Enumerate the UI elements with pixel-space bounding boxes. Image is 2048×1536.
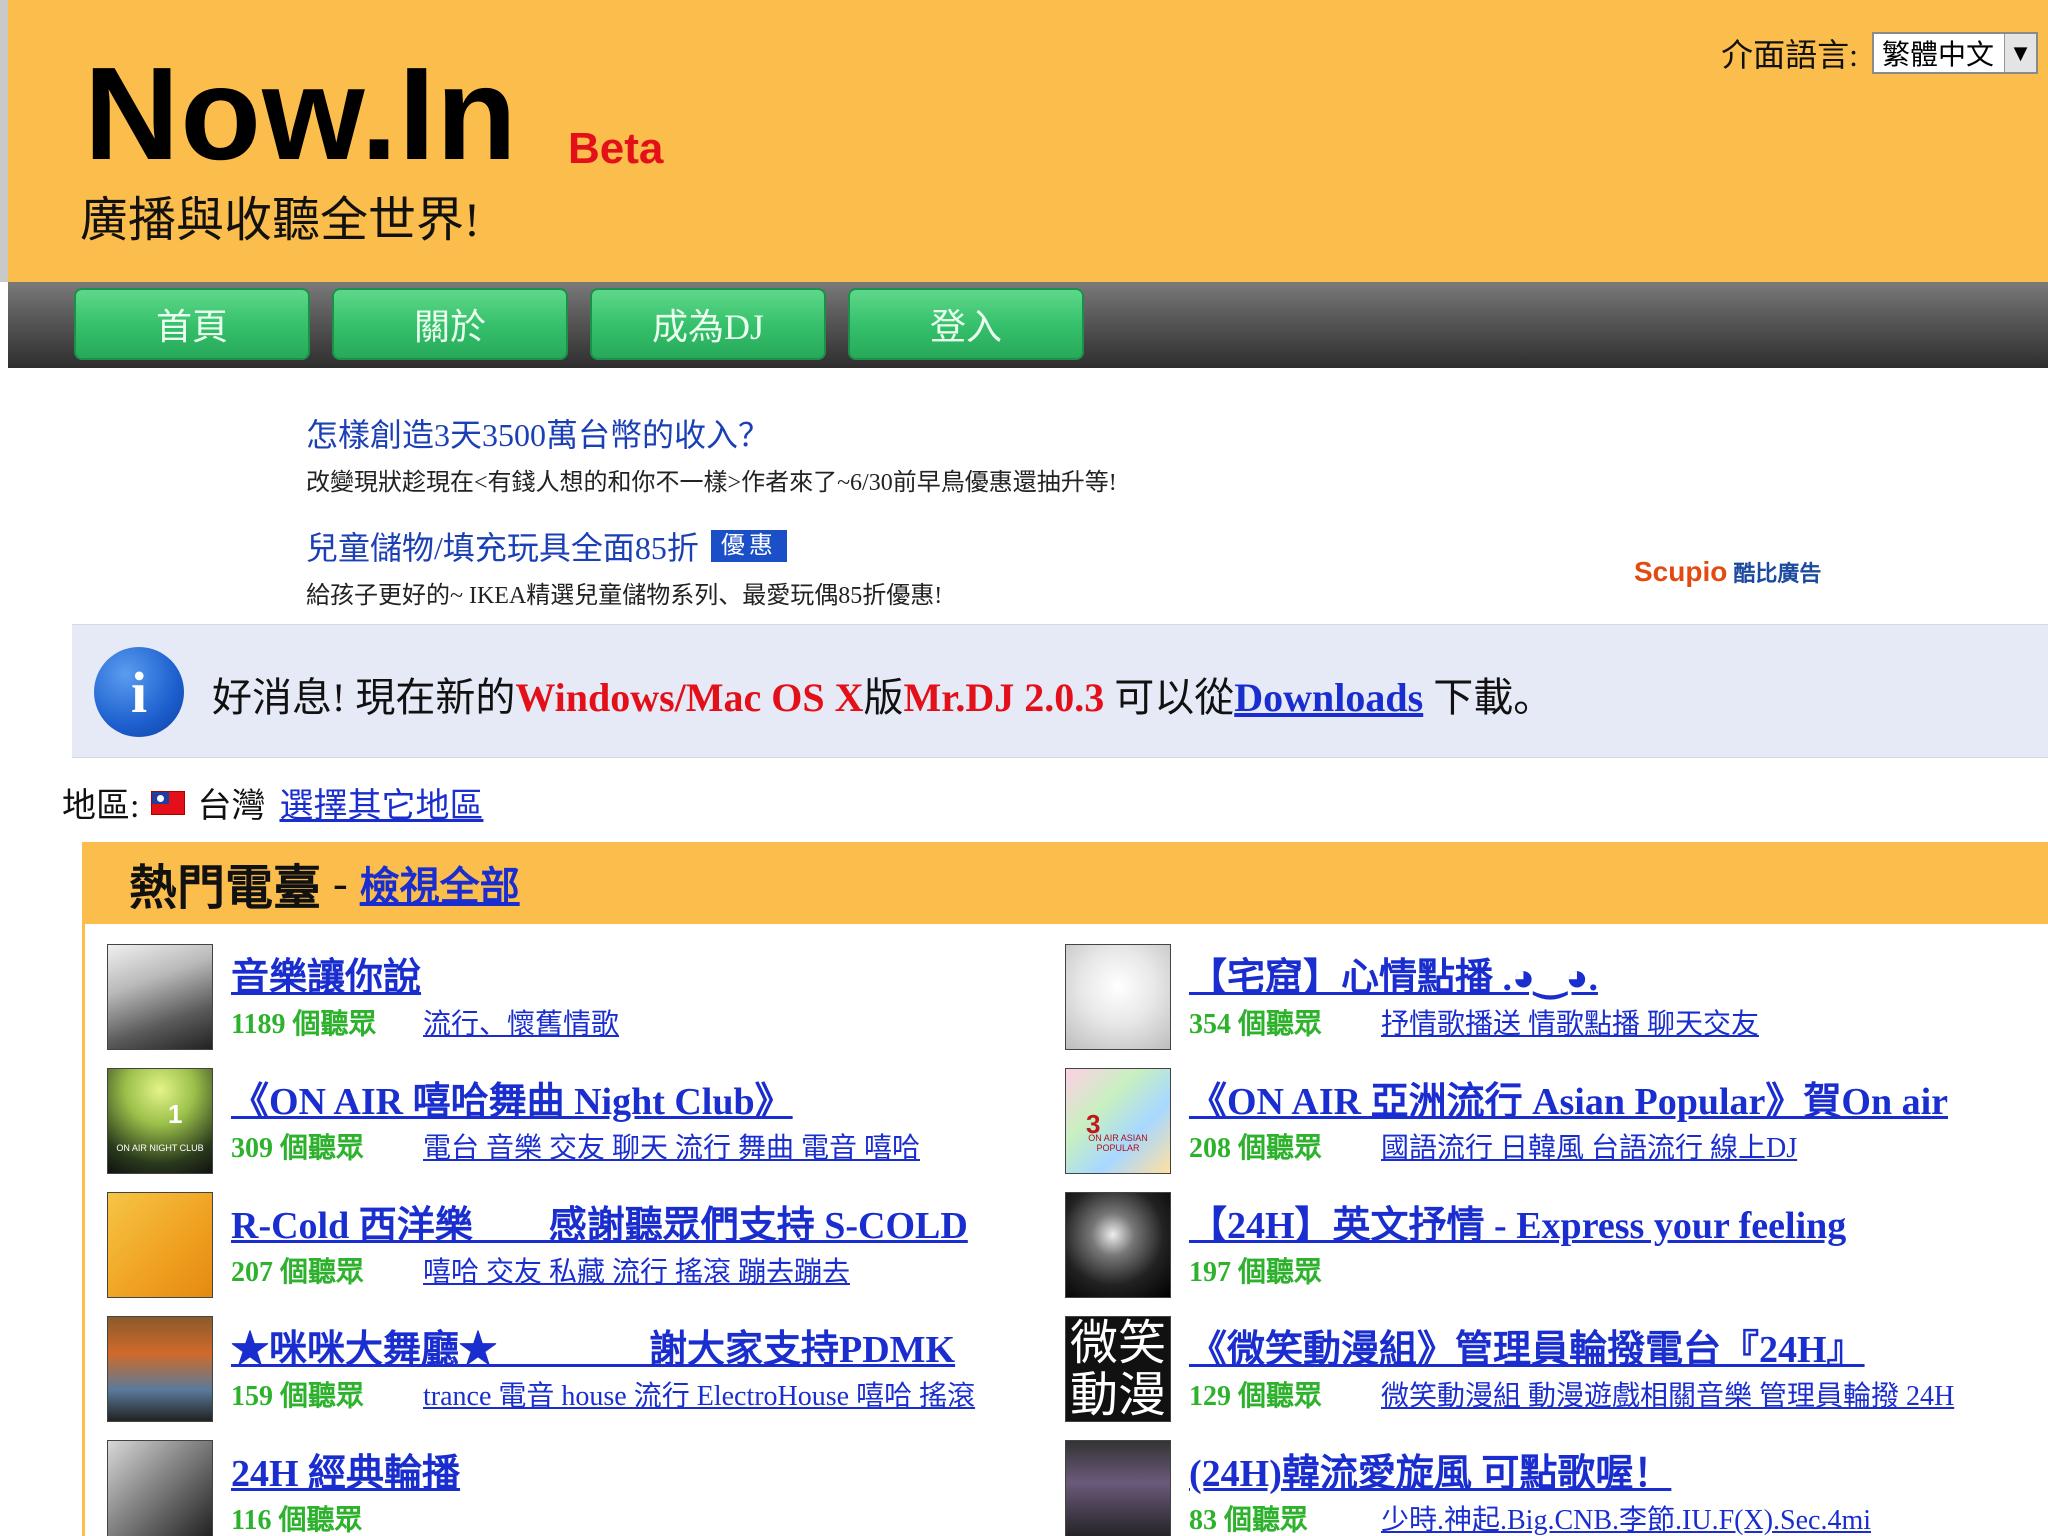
station-thumbnail[interactable]: 3 ON AIR ASIAN POPULAR <box>1065 1068 1171 1174</box>
station-thumbnail[interactable] <box>107 1440 213 1536</box>
chevron-down-icon[interactable]: ▼ <box>2004 34 2036 72</box>
info-text-part: 版 <box>863 675 904 720</box>
view-all-link[interactable]: 檢視全部 <box>360 854 520 912</box>
title-separator: - <box>333 858 348 908</box>
ad-sponsor-sub: 酷比廣告 <box>1733 561 1822 586</box>
station-item[interactable]: (24H)韓流愛旋風 可點歌喔！ 83 個聽眾 少時.神起.Big.CNB.李節… <box>1065 1440 2015 1536</box>
info-product-text: Mr.DJ 2.0.3 <box>903 675 1105 720</box>
station-item[interactable]: 微笑動漫 《微笑動漫組》管理員輪撥電台『24H』 129 個聽眾 微笑動漫組 動… <box>1065 1316 2015 1426</box>
station-listener-count: 207 個聽眾 <box>231 1257 365 1288</box>
info-circle-icon: i <box>94 647 184 737</box>
station-name-link[interactable]: ★咪咪大舞廳★ 謝大家支持PDMK <box>231 1318 955 1373</box>
popular-stations-title: 熱門電臺 <box>129 862 322 915</box>
station-listener-count: 208 個聽眾 <box>1189 1133 1323 1164</box>
station-tags-link[interactable]: 微笑動漫組 動漫遊戲相關音樂 管理員輪撥 24H <box>1381 1374 1954 1414</box>
station-thumbnail[interactable] <box>1065 1440 1171 1536</box>
nav-home-button[interactable]: 首頁 <box>74 288 310 360</box>
ad-sponsor-name: Scupio <box>1634 556 1728 587</box>
info-platform-text: Windows/Mac OS X <box>515 675 864 720</box>
taiwan-flag-icon <box>151 790 186 815</box>
station-tags-link[interactable]: 電台 音樂 交友 聊天 流行 舞曲 電音 嘻哈 <box>423 1126 920 1166</box>
station-item[interactable]: 【宅窟】心情點播 .◕‿◕. 354 個聽眾 抒情歌播送 情歌點播 聊天交友 <box>1065 944 2015 1054</box>
region-selector: 地區: 台灣 選擇其它地區 <box>62 778 483 827</box>
station-item[interactable]: 音樂讓你說 1189 個聽眾 流行、懷舊情歌 <box>107 944 1057 1054</box>
station-listener-count: 129 個聽眾 <box>1189 1381 1323 1412</box>
station-tags-link[interactable]: trance 電音 house 流行 ElectroHouse 嘻哈 搖滾 <box>423 1374 975 1414</box>
station-tags-link[interactable]: 抒情歌播送 情歌點播 聊天交友 <box>1381 1002 1759 1042</box>
language-label: 介面語言: <box>1721 37 1858 73</box>
station-thumbnail[interactable] <box>107 1316 213 1422</box>
thumbnail-caption: ON AIR NIGHT CLUB <box>116 1143 204 1153</box>
ad-title[interactable]: 怎樣創造3天3500萬台幣的收入？ <box>306 410 1906 456</box>
station-tags-link[interactable]: 嘻哈 交友 私藏 流行 搖滾 蹦去蹦去 <box>423 1250 850 1290</box>
nav-about-button[interactable]: 關於 <box>332 288 568 360</box>
station-thumbnail[interactable] <box>107 944 213 1050</box>
station-name-link[interactable]: 24H 經典輪播 <box>231 1442 460 1497</box>
ad-item[interactable]: 怎樣創造3天3500萬台幣的收入？ 改變現狀趁現在<有錢人想的和你不一樣>作者來… <box>306 410 1906 497</box>
language-select[interactable]: 繁體中文 ▼ <box>1872 32 2038 74</box>
ad-description: 改變現狀趁現在<有錢人想的和你不一樣>作者來了~6/30前早鳥優惠還抽升等! <box>306 470 1117 496</box>
ad-sponsor-logo[interactable]: Scupio 酷比廣告 <box>1634 556 1821 588</box>
popular-stations-header: 熱門電臺 - 檢視全部 <box>85 842 2048 924</box>
station-thumbnail[interactable]: 微笑動漫 <box>1065 1316 1171 1422</box>
station-name-link[interactable]: (24H)韓流愛旋風 可點歌喔！ <box>1189 1442 1671 1497</box>
station-thumbnail[interactable] <box>1065 944 1171 1050</box>
station-listener-count: 309 個聽眾 <box>231 1133 365 1164</box>
station-item[interactable]: 24H 經典輪播 116 個聽眾 <box>107 1440 1057 1536</box>
station-item[interactable]: 1 ON AIR NIGHT CLUB 《ON AIR 嘻哈舞曲 Night C… <box>107 1068 1057 1178</box>
info-text-part: 好消息! 現在新的 <box>212 675 516 720</box>
language-select-value: 繁體中文 <box>1882 40 1995 71</box>
ad-title-text[interactable]: 怎樣創造3天3500萬台幣的收入？ <box>306 410 770 456</box>
station-item[interactable]: R-Cold 西洋樂 感謝聽眾們支持 S-COLD 207 個聽眾 嘻哈 交友 … <box>107 1192 1057 1302</box>
info-banner: i 好消息! 現在新的Windows/Mac OS X版Mr.DJ 2.0.3 … <box>72 624 2048 758</box>
header: Now.In Beta 廣播與收聽全世界! 介面語言: 繁體中文 ▼ <box>0 0 2048 282</box>
station-name-link[interactable]: R-Cold 西洋樂 感謝聽眾們支持 S-COLD <box>231 1194 968 1249</box>
info-text-part: 下載。 <box>1423 675 1554 720</box>
station-name-link[interactable]: 《ON AIR 嘻哈舞曲 Night Club》 <box>231 1070 793 1125</box>
thumbnail-caption: ON AIR ASIAN POPULAR <box>1088 1133 1148 1153</box>
station-item[interactable]: 【24H】英文抒情 - Express your feeling 197 個聽眾 <box>1065 1192 2015 1302</box>
main-nav: 首頁 關於 成為DJ 登入 <box>8 282 2048 368</box>
station-item[interactable]: 3 ON AIR ASIAN POPULAR 《ON AIR 亞洲流行 Asia… <box>1065 1068 2015 1178</box>
nav-login-button[interactable]: 登入 <box>848 288 1084 360</box>
station-tags-link[interactable]: 國語流行 日韓風 台語流行 線上DJ <box>1381 1126 1797 1166</box>
station-tags-link[interactable]: 流行、懷舊情歌 <box>423 1002 619 1042</box>
station-listener-count: 116 個聽眾 <box>231 1505 363 1536</box>
station-listener-count: 159 個聽眾 <box>231 1381 365 1412</box>
region-value: 台灣 <box>197 788 266 825</box>
nav-become-dj-button[interactable]: 成為DJ <box>590 288 826 360</box>
change-region-link[interactable]: 選擇其它地區 <box>279 778 483 827</box>
downloads-link[interactable]: Downloads <box>1234 675 1423 720</box>
region-label: 地區: <box>62 788 140 825</box>
station-item[interactable]: ★咪咪大舞廳★ 謝大家支持PDMK 159 個聽眾 trance 電音 hous… <box>107 1316 1057 1426</box>
language-switcher: 介面語言: 繁體中文 ▼ <box>1721 30 2038 76</box>
station-thumbnail[interactable]: 1 ON AIR NIGHT CLUB <box>107 1068 213 1174</box>
ad-title-text[interactable]: 兒童儲物/填充玩具全面85折 <box>306 523 699 569</box>
info-text-part: 可以從 <box>1104 675 1235 720</box>
station-thumbnail[interactable] <box>107 1192 213 1298</box>
station-tags-link[interactable]: 少時.神起.Big.CNB.李節.IU.F(X).Sec.4mi <box>1381 1498 1871 1536</box>
station-listener-count: 1189 個聽眾 <box>231 1009 377 1040</box>
site-logo[interactable]: Now.In <box>84 48 518 180</box>
thumbnail-number: 1 <box>168 1099 183 1129</box>
station-listener-count: 354 個聽眾 <box>1189 1009 1323 1040</box>
site-tagline: 廣播與收聽全世界! <box>80 194 480 247</box>
station-name-link[interactable]: 《ON AIR 亞洲流行 Asian Popular》賀On air <box>1189 1070 1948 1125</box>
popular-stations-panel: 熱門電臺 - 檢視全部 音樂讓你說 1189 個聽眾 流行、懷舊情歌 【宅窟】心… <box>82 842 2048 1536</box>
station-listener-count: 197 個聽眾 <box>1189 1257 1323 1288</box>
station-name-link[interactable]: 《微笑動漫組》管理員輪撥電台『24H』 <box>1189 1318 1865 1373</box>
station-name-link[interactable]: 音樂讓你說 <box>231 946 421 1001</box>
discount-badge: 優惠 <box>710 530 787 562</box>
station-name-link[interactable]: 【宅窟】心情點播 .◕‿◕. <box>1189 946 1598 1001</box>
station-name-link[interactable]: 【24H】英文抒情 - Express your feeling <box>1189 1194 1846 1249</box>
station-thumbnail[interactable] <box>1065 1192 1171 1298</box>
beta-label: Beta <box>568 124 664 173</box>
station-listener-count: 83 個聽眾 <box>1189 1505 1309 1536</box>
info-message: 好消息! 現在新的Windows/Mac OS X版Mr.DJ 2.0.3 可以… <box>212 665 1553 723</box>
